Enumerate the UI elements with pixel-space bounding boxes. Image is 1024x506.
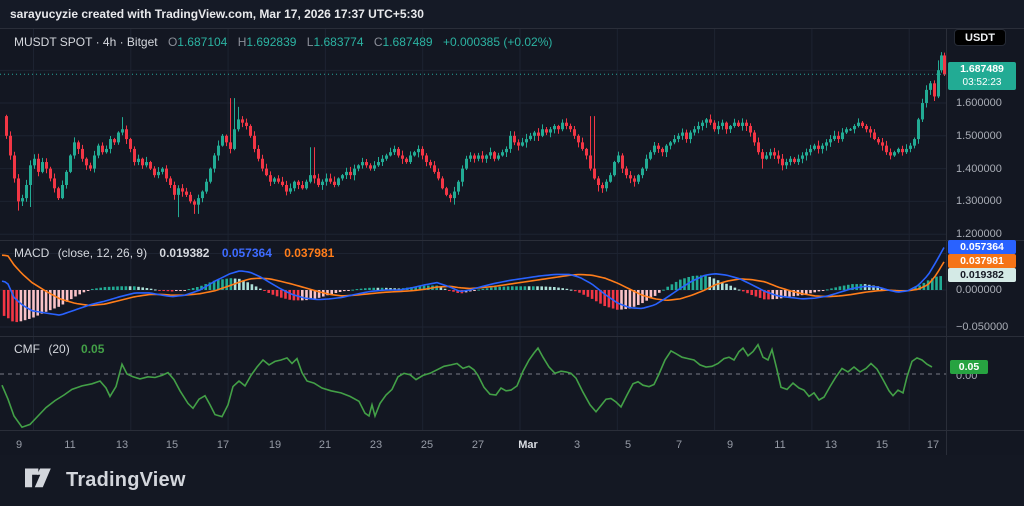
bottom-bar: TradingView bbox=[0, 455, 1024, 506]
symbol-title: MUSDT SPOT · 4h · Bitget bbox=[14, 35, 158, 49]
macd-hist-value: 0.019382 bbox=[159, 246, 209, 260]
last-price-label: 1.687489 03:52:23 bbox=[948, 62, 1016, 90]
last-price-value: 1.687489 bbox=[948, 63, 1016, 76]
tradingview-logo-icon bbox=[25, 468, 57, 494]
time-tick-label: 13 bbox=[116, 439, 128, 451]
macd-line-value: 0.057364 bbox=[222, 246, 272, 260]
time-tick-label: 11 bbox=[774, 439, 785, 451]
price-tick-label: 1.500000 bbox=[956, 130, 1002, 142]
close-label: C bbox=[374, 35, 383, 49]
signal-axis-label: 0.037981 bbox=[948, 254, 1016, 268]
time-tick-label: 3 bbox=[574, 439, 580, 451]
macd-legend[interactable]: MACD (close, 12, 26, 9) 0.019382 0.05736… bbox=[14, 246, 334, 260]
time-tick-label: 7 bbox=[676, 439, 682, 451]
open-value: 1.687104 bbox=[177, 35, 227, 49]
cmf-params: (20) bbox=[48, 342, 69, 356]
price-tick-label: 1.600000 bbox=[956, 97, 1002, 109]
change-value: +0.000385 (+0.02%) bbox=[443, 35, 552, 49]
price-legend[interactable]: MUSDT SPOT · 4h · Bitget O1.687104 H1.69… bbox=[14, 35, 552, 49]
tradingview-chart-widget: sarayucyzie created with TradingView.com… bbox=[0, 0, 1024, 506]
price-tick-label: 1.200000 bbox=[956, 228, 1002, 240]
time-tick-label: Mar bbox=[518, 439, 538, 451]
time-tick-label: 9 bbox=[727, 439, 733, 451]
time-tick-label: 9 bbox=[16, 439, 22, 451]
cmf-title: CMF bbox=[14, 342, 40, 356]
low-value: 1.683774 bbox=[313, 35, 363, 49]
time-tick-label: 23 bbox=[370, 439, 382, 451]
time-tick-label: 27 bbox=[472, 439, 484, 451]
close-value: 1.687489 bbox=[383, 35, 433, 49]
high-value: 1.692839 bbox=[246, 35, 296, 49]
tradingview-logo-text: TradingView bbox=[66, 469, 186, 492]
open-label: O bbox=[168, 35, 177, 49]
time-tick-label: 11 bbox=[64, 439, 75, 451]
attribution-text: sarayucyzie created with TradingView.com… bbox=[0, 0, 1024, 28]
cmf-legend[interactable]: CMF (20) 0.05 bbox=[14, 342, 104, 356]
time-tick-label: 5 bbox=[625, 439, 631, 451]
macd-axis-label: 0.057364 bbox=[948, 240, 1016, 254]
price-tick-label: 1.400000 bbox=[956, 163, 1002, 175]
time-tick-label: 25 bbox=[421, 439, 433, 451]
time-tick-label: 13 bbox=[825, 439, 837, 451]
chart-canvas[interactable] bbox=[0, 28, 1024, 455]
time-tick-label: 17 bbox=[217, 439, 229, 451]
macd-title: MACD bbox=[14, 246, 49, 260]
currency-button[interactable]: USDT bbox=[954, 29, 1006, 46]
time-tick-label: 21 bbox=[319, 439, 331, 451]
macd-signal-value: 0.037981 bbox=[284, 246, 334, 260]
price-tick-label: 1.300000 bbox=[956, 195, 1002, 207]
time-tick-label: 19 bbox=[269, 439, 281, 451]
time-tick-label: 17 bbox=[927, 439, 939, 451]
macd-params: (close, 12, 26, 9) bbox=[58, 246, 147, 260]
tradingview-logo[interactable]: TradingView bbox=[25, 468, 186, 494]
cmf-value: 0.05 bbox=[81, 342, 104, 356]
time-tick-label: 15 bbox=[166, 439, 178, 451]
cmf-axis-label: 0.05 bbox=[950, 360, 988, 374]
bar-countdown: 03:52:23 bbox=[948, 76, 1016, 89]
time-tick-label: 15 bbox=[876, 439, 888, 451]
hist-axis-label: 0.019382 bbox=[948, 268, 1016, 282]
chart-area[interactable]: MUSDT SPOT · 4h · Bitget O1.687104 H1.69… bbox=[0, 28, 1024, 455]
macd-tick-label: 0.000000 bbox=[956, 284, 1002, 296]
macd-tick-label: −0.050000 bbox=[956, 321, 1008, 333]
